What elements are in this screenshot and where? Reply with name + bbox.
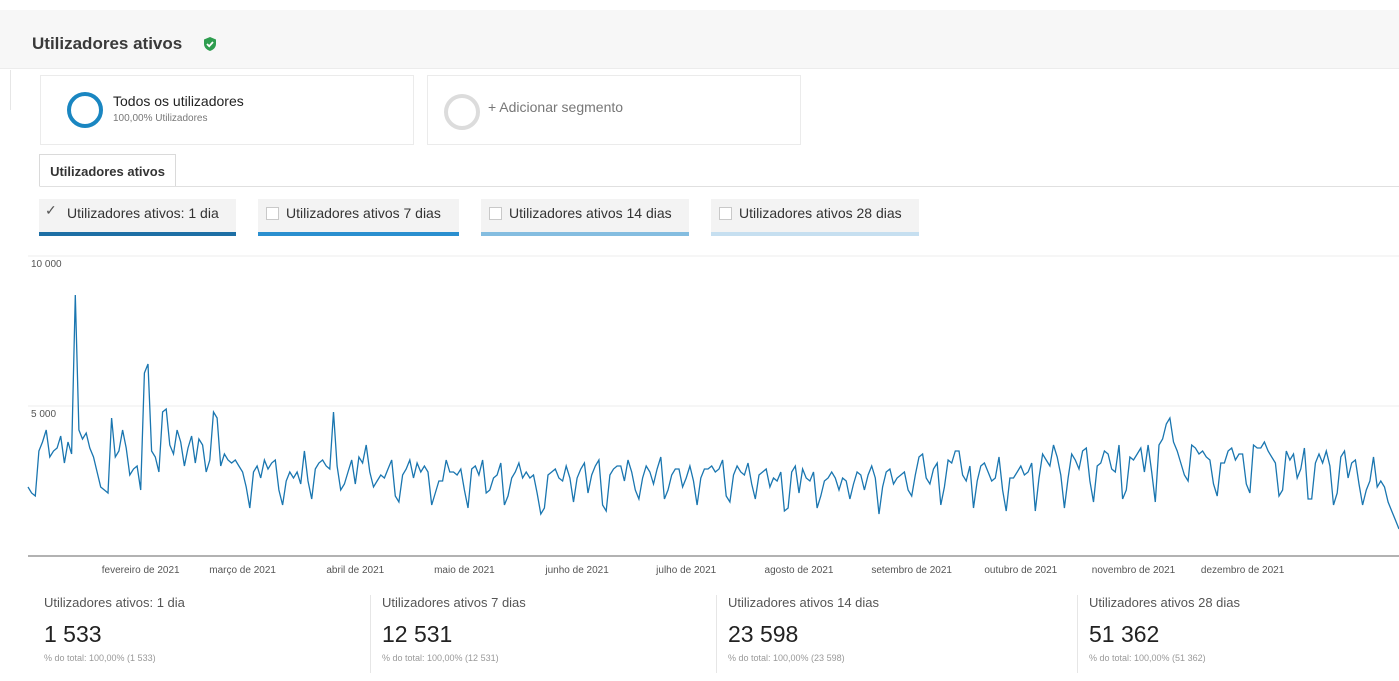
- check-icon: ✓: [45, 202, 57, 218]
- summary-divider: [1077, 595, 1078, 673]
- x-tick-label: julho de 2021: [655, 565, 716, 576]
- metric-toggle-28-days[interactable]: Utilizadores ativos 28 dias: [711, 199, 919, 236]
- summary-percent: % do total: 100,00% (1 533): [44, 653, 156, 663]
- tab-active-users[interactable]: Utilizadores ativos: [39, 154, 176, 187]
- summary-label: Utilizadores ativos 14 dias: [728, 595, 880, 610]
- add-segment-button[interactable]: + Adicionar segmento: [427, 75, 801, 145]
- left-divider: [10, 70, 11, 110]
- summary-value: 12 531: [382, 621, 453, 647]
- segment-all-users[interactable]: Todos os utilizadores 100,00% Utilizador…: [40, 75, 414, 145]
- empty-segment-ring-icon: [444, 94, 480, 130]
- metric-toggle-label: Utilizadores ativos 7 dias: [286, 205, 441, 221]
- add-segment-label: + Adicionar segmento: [488, 99, 624, 115]
- metric-toggle-label: Utilizadores ativos 28 dias: [739, 205, 902, 221]
- segment-ring-icon: [67, 92, 103, 128]
- series-line-1-day: [27, 294, 1399, 530]
- metric-color-bar: [39, 232, 236, 236]
- summary-percent: % do total: 100,00% (51 362): [1089, 653, 1206, 663]
- x-tick-label: agosto de 2021: [765, 565, 834, 576]
- summary-divider: [716, 595, 717, 673]
- page-title: Utilizadores ativos: [32, 34, 183, 53]
- summary-14-days: Utilizadores ativos 14 dias 23 598 % do …: [728, 595, 879, 663]
- x-tick-label: maio de 2021: [434, 565, 495, 576]
- x-tick-label: abril de 2021: [326, 565, 384, 576]
- x-tick-label: março de 2021: [209, 565, 276, 576]
- metric-toggle-label: Utilizadores ativos 14 dias: [509, 205, 672, 221]
- summary-1-day: Utilizadores ativos: 1 dia 1 533 % do to…: [44, 595, 185, 663]
- summary-7-days: Utilizadores ativos 7 dias 12 531 % do t…: [382, 595, 526, 663]
- metric-color-bar: [481, 232, 689, 236]
- summary-divider: [370, 595, 371, 673]
- active-users-line-chart[interactable]: 10 000 5 000 fevereiro de 2021 março de 2…: [0, 250, 1399, 580]
- metric-toggle-label: Utilizadores ativos: 1 dia: [67, 205, 219, 221]
- y-tick-label: 5 000: [31, 409, 56, 420]
- metric-toggle-14-days[interactable]: Utilizadores ativos 14 dias: [481, 199, 689, 236]
- segment-subtitle: 100,00% Utilizadores: [113, 113, 208, 124]
- summary-percent: % do total: 100,00% (23 598): [728, 653, 845, 663]
- x-tick-label: outubro de 2021: [984, 565, 1057, 576]
- x-tick-label: novembro de 2021: [1092, 565, 1176, 576]
- summary-28-days: Utilizadores ativos 28 dias 51 362 % do …: [1089, 595, 1240, 663]
- summary-label: Utilizadores ativos: 1 dia: [44, 595, 185, 610]
- summary-label: Utilizadores ativos 28 dias: [1089, 595, 1241, 610]
- x-tick-label: dezembro de 2021: [1201, 565, 1285, 576]
- x-tick-label: setembro de 2021: [871, 565, 952, 576]
- verified-shield-icon: [204, 37, 216, 51]
- metric-color-bar: [258, 232, 459, 236]
- tab-divider: [40, 186, 1399, 187]
- summary-label: Utilizadores ativos 7 dias: [382, 595, 526, 610]
- metric-color-bar: [711, 232, 919, 236]
- x-tick-label: fevereiro de 2021: [102, 565, 180, 576]
- summary-value: 1 533: [44, 621, 102, 647]
- checkbox[interactable]: [489, 207, 502, 220]
- metric-toggle-7-days[interactable]: Utilizadores ativos 7 dias: [258, 199, 459, 236]
- y-tick-label: 10 000: [31, 259, 62, 270]
- summary-value: 51 362: [1089, 621, 1160, 647]
- checkbox[interactable]: [719, 207, 732, 220]
- summary-percent: % do total: 100,00% (12 531): [382, 653, 499, 663]
- top-strip: [0, 0, 1399, 10]
- metric-toggle-1-day[interactable]: ✓ Utilizadores ativos: 1 dia: [39, 199, 236, 236]
- segment-name: Todos os utilizadores: [113, 93, 244, 109]
- x-tick-label: junho de 2021: [544, 565, 609, 576]
- checkbox[interactable]: [266, 207, 279, 220]
- summary-value: 23 598: [728, 621, 799, 647]
